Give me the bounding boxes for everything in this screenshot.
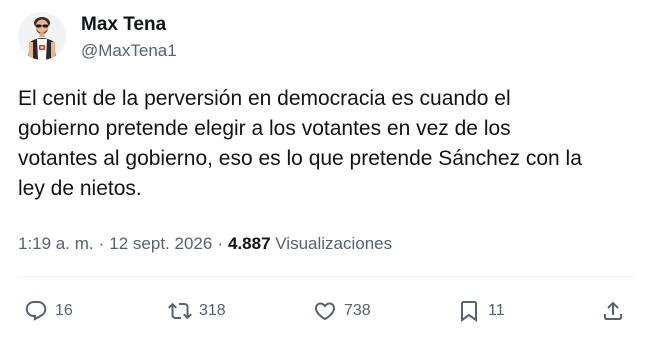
- like-button[interactable]: 738: [313, 297, 371, 325]
- post-meta: 1:19 a. m. · 12 sept. 2026 · 4.887 Visualiza…: [18, 233, 392, 255]
- bookmark-icon: [457, 299, 481, 323]
- avatar[interactable]: [18, 12, 66, 60]
- reply-count: 16: [55, 302, 73, 319]
- reply-icon: [24, 299, 48, 323]
- post-text-line: ley de nietos.: [18, 177, 142, 200]
- post-time-clock[interactable]: 1:19 a. m.: [18, 234, 94, 253]
- author-name[interactable]: Max Tena: [81, 14, 166, 36]
- repost-count: 318: [199, 302, 226, 319]
- bookmark-count: 11: [488, 302, 505, 319]
- post-date[interactable]: 12 sept. 2026: [109, 234, 212, 253]
- share-button[interactable]: [601, 297, 625, 325]
- meta-separator: ·: [217, 234, 223, 253]
- author-handle[interactable]: @MaxTena1: [81, 40, 177, 62]
- repost-icon: [168, 299, 192, 323]
- reply-button[interactable]: 16: [24, 297, 73, 325]
- post-text-line: El cenit de la perversión en democracia …: [18, 87, 511, 110]
- views-count: 4.887: [227, 234, 271, 253]
- share-icon: [601, 299, 625, 323]
- repost-button[interactable]: 318: [168, 297, 226, 325]
- views-label: Visualizaciones: [275, 234, 393, 253]
- heart-icon: [313, 299, 337, 323]
- divider: [18, 276, 634, 277]
- post-text-line: votantes al gobierno, eso es lo que pret…: [18, 147, 582, 170]
- bookmark-button[interactable]: 11: [457, 297, 505, 325]
- like-count: 738: [344, 302, 371, 319]
- meta-separator: ·: [98, 234, 105, 253]
- post-text-line: gobierno pretende elegir a los votantes …: [18, 117, 511, 140]
- post-time[interactable]: 1:19 a. m. · 12 sept. 2026: [18, 234, 212, 253]
- post-text: El cenit de la perversión en democracia …: [18, 84, 638, 204]
- post-card: Max Tena @MaxTena1 El cenit de la perver…: [0, 0, 652, 340]
